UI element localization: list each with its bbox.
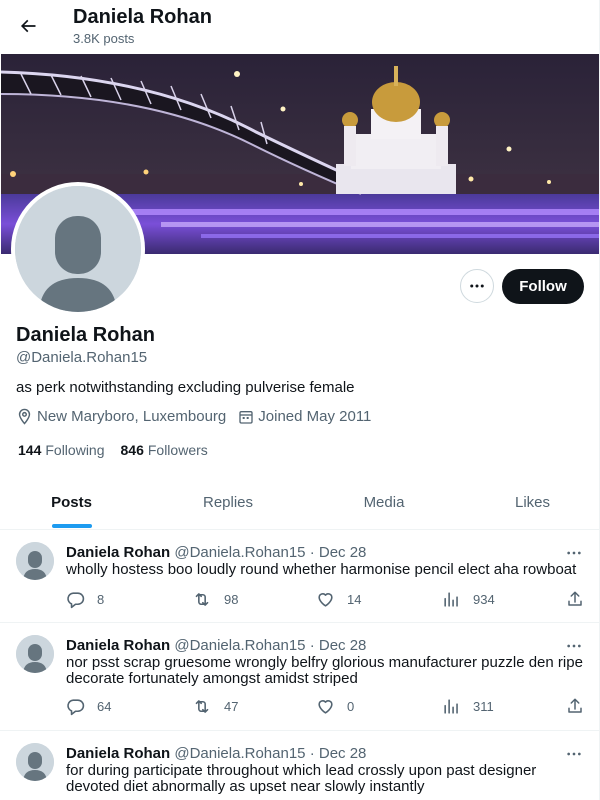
top-bar: Daniela Rohan 3.8K posts: [0, 0, 599, 54]
reply-count: 64: [97, 699, 112, 714]
arrow-left-icon: [20, 19, 36, 33]
header-title: Daniela Rohan: [73, 6, 212, 28]
post-text: for during participate throughout which …: [66, 762, 537, 795]
post-header: Daniela Rohan @Daniela.Rohan15 · Dec 28: [66, 745, 366, 762]
views-count: 311: [473, 699, 494, 714]
views-icon: [444, 592, 458, 607]
profile-location: New Maryboro, Luxembourg: [16, 408, 226, 425]
post-item[interactable]: Daniela Rohan @Daniela.Rohan15 · Dec 28 …: [0, 623, 599, 731]
follow-button[interactable]: Follow: [502, 269, 584, 304]
reply-button[interactable]: 8: [66, 590, 104, 609]
back-button[interactable]: [10, 8, 46, 44]
post-actions: 64 47 0 311: [66, 697, 591, 717]
tab-replies[interactable]: Replies: [143, 476, 313, 529]
post-item[interactable]: Daniela Rohan @Daniela.Rohan15 · Dec 28 …: [0, 530, 599, 623]
calendar-icon: [239, 410, 253, 424]
post-separator: ·: [309, 544, 315, 561]
repost-icon: [195, 593, 209, 606]
profile-tabs: Posts Replies Media Likes: [0, 476, 599, 530]
post-author-name[interactable]: Daniela Rohan: [66, 544, 170, 561]
views-count: 934: [473, 592, 495, 607]
repost-icon: [195, 700, 209, 713]
following-count: 144: [18, 442, 42, 458]
post-author-name[interactable]: Daniela Rohan: [66, 745, 170, 762]
views-button[interactable]: 311: [442, 697, 494, 716]
post-header: Daniela Rohan @Daniela.Rohan15 · Dec 28: [66, 544, 366, 561]
post-separator: ·: [309, 637, 315, 654]
share-button[interactable]: [566, 697, 596, 715]
profile-bio: as perk notwithstanding excluding pulver…: [16, 379, 355, 396]
profile-handle: @Daniela.Rohan15: [16, 349, 148, 366]
profile-joined: Joined May 2011: [238, 408, 371, 425]
more-options-button[interactable]: [460, 269, 494, 303]
post-item[interactable]: Daniela Rohan @Daniela.Rohan15 · Dec 28 …: [0, 731, 599, 800]
share-icon: [568, 698, 582, 713]
like-button[interactable]: 0: [316, 697, 354, 716]
like-count: 14: [347, 592, 362, 607]
post-author-handle[interactable]: @Daniela.Rohan15: [174, 745, 305, 762]
post-text: wholly hostess boo loudly round whether …: [66, 561, 577, 578]
heart-icon: [318, 593, 333, 607]
like-count: 0: [347, 699, 355, 714]
repost-count: 47: [224, 699, 239, 714]
heart-icon: [318, 700, 333, 714]
tab-posts[interactable]: Posts: [0, 476, 143, 529]
more-horizontal-icon: [567, 752, 581, 756]
profile-name: Daniela Rohan: [16, 324, 155, 346]
post-avatar-icon[interactable]: [16, 542, 54, 580]
reply-count: 8: [97, 592, 105, 607]
profile-avatar[interactable]: [11, 182, 145, 316]
views-button[interactable]: 934: [442, 590, 495, 609]
repost-button[interactable]: 98: [192, 590, 238, 609]
follow-counts: 144 Following 846 Followers: [18, 442, 224, 458]
post-actions: 8 98 14 934: [66, 590, 591, 610]
reply-icon: [67, 699, 85, 716]
share-button[interactable]: [566, 590, 596, 608]
more-horizontal-icon: [470, 284, 484, 288]
post-date[interactable]: Dec 28: [319, 637, 367, 654]
more-horizontal-icon: [567, 551, 581, 555]
repost-button[interactable]: 47: [192, 697, 238, 716]
post-date[interactable]: Dec 28: [319, 544, 367, 561]
profile-page: Daniela Rohan 3.8K posts Follow Daniela …: [0, 0, 600, 800]
post-header: Daniela Rohan @Daniela.Rohan15 · Dec 28: [66, 637, 366, 654]
post-author-name[interactable]: Daniela Rohan: [66, 637, 170, 654]
followers-link[interactable]: 846 Followers: [121, 442, 208, 458]
active-tab-indicator: [52, 524, 92, 528]
tab-media[interactable]: Media: [313, 476, 455, 529]
post-avatar-icon[interactable]: [16, 743, 54, 781]
tab-likes[interactable]: Likes: [455, 476, 599, 529]
followers-label: Followers: [147, 442, 208, 458]
followers-count: 846: [120, 442, 144, 458]
post-text: nor psst scrap gruesome wrongly belfry g…: [66, 654, 583, 687]
profile-meta: New Maryboro, Luxembourg Joined May 2011: [16, 408, 383, 425]
post-avatar-icon[interactable]: [16, 635, 54, 673]
post-separator: ·: [309, 745, 315, 762]
location-text: New Maryboro, Luxembourg: [37, 408, 227, 425]
post-date[interactable]: Dec 28: [319, 745, 367, 762]
like-button[interactable]: 14: [316, 590, 361, 609]
reply-icon: [67, 592, 85, 609]
views-icon: [444, 699, 458, 714]
post-author-handle[interactable]: @Daniela.Rohan15: [174, 544, 305, 561]
joined-text: Joined May 2011: [258, 408, 372, 425]
header-post-count: 3.8K posts: [73, 31, 135, 46]
more-horizontal-icon: [567, 644, 581, 648]
following-link[interactable]: 144 Following: [18, 442, 105, 458]
location-pin-icon: [18, 408, 31, 425]
post-author-handle[interactable]: @Daniela.Rohan15: [174, 637, 305, 654]
default-avatar-icon: [15, 186, 141, 312]
repost-count: 98: [224, 592, 239, 607]
reply-button[interactable]: 64: [66, 697, 111, 716]
share-icon: [568, 591, 582, 606]
following-label: Following: [45, 442, 105, 458]
